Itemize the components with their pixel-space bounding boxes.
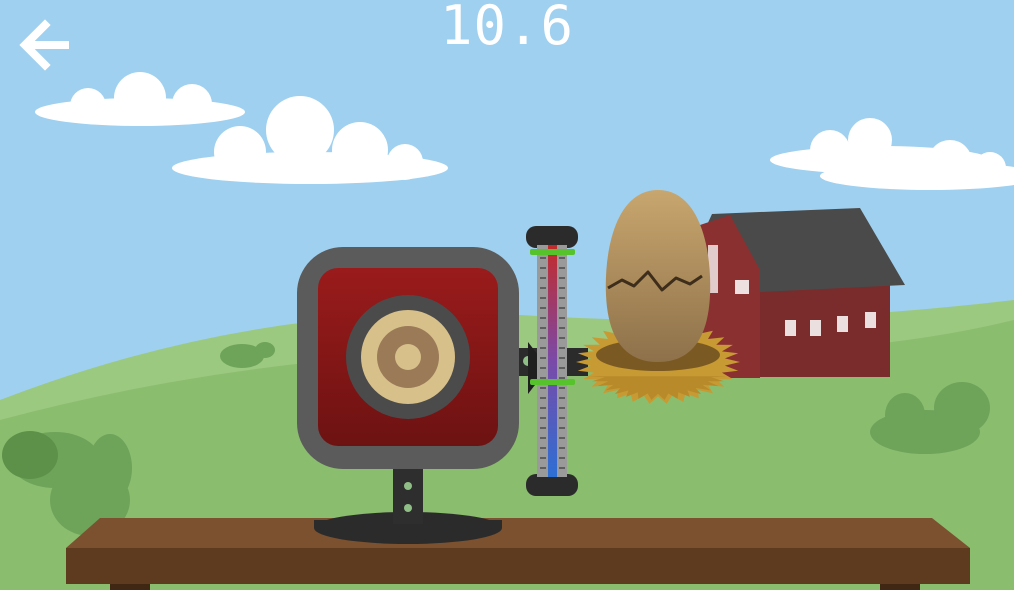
table <box>66 518 970 590</box>
egg <box>605 190 711 362</box>
timer-display: 10.6 <box>439 0 575 57</box>
meter-level-marker <box>530 379 575 385</box>
bush <box>2 431 58 479</box>
game-scene <box>0 0 1014 590</box>
speaker <box>297 247 519 469</box>
meter-upper-marker <box>530 249 575 255</box>
